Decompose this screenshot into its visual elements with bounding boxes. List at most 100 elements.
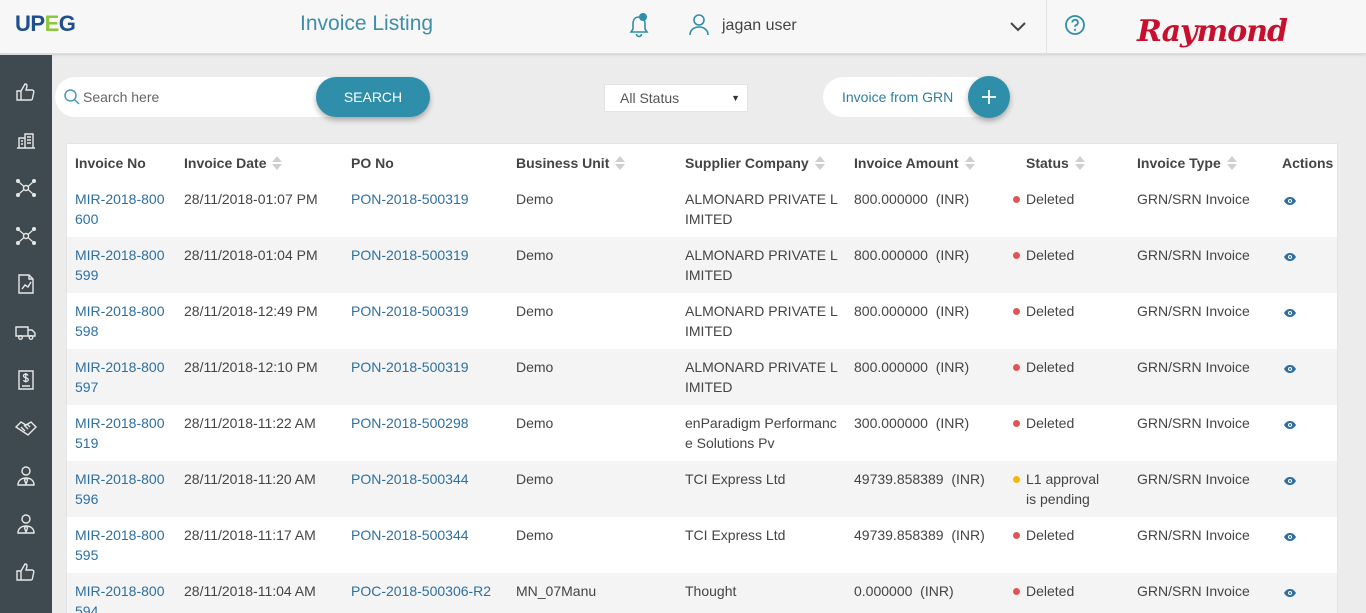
view-eye-icon[interactable] bbox=[1283, 473, 1297, 485]
sidebar-item-organization[interactable] bbox=[0, 116, 52, 164]
supplier-company: TCI Express Ltd bbox=[685, 527, 786, 543]
sort-icon[interactable] bbox=[964, 155, 975, 171]
sort-icon[interactable] bbox=[272, 155, 283, 171]
thumbs-up-alt-icon bbox=[16, 563, 35, 581]
supplier-company: ALMONARD PRIVATE LIMITED bbox=[685, 303, 838, 339]
view-eye-icon[interactable] bbox=[1283, 305, 1297, 317]
column-label: Invoice No bbox=[75, 155, 146, 171]
table-row: MIR-2018-800600 28/11/2018-01:07 PM PON-20… bbox=[67, 181, 1337, 237]
view-eye-icon[interactable] bbox=[1283, 529, 1297, 541]
view-eye-icon[interactable] bbox=[1283, 193, 1297, 205]
invoice-type: GRN/SRN Invoice bbox=[1137, 191, 1250, 207]
invoice-type: GRN/SRN Invoice bbox=[1137, 415, 1250, 431]
sidebar-item-suppliers[interactable] bbox=[0, 452, 52, 500]
sidebar-item-reports[interactable] bbox=[0, 260, 52, 308]
truck-icon bbox=[15, 326, 36, 340]
invoice-no-link[interactable]: MIR-2018-800598 bbox=[75, 301, 169, 341]
po-no-link[interactable]: PON-2018-500344 bbox=[351, 525, 469, 545]
business-unit: MN_07Manu bbox=[516, 583, 597, 599]
column-header-status[interactable]: Status bbox=[1026, 155, 1085, 171]
table-row: MIR-2018-800599 28/11/2018-01:04 PM PON-20… bbox=[67, 237, 1337, 293]
invoice-no-link[interactable]: MIR-2018-800599 bbox=[75, 245, 169, 285]
sidebar-item-network[interactable] bbox=[0, 164, 52, 212]
help-icon[interactable] bbox=[1064, 14, 1086, 36]
invoice-type: GRN/SRN Invoice bbox=[1137, 247, 1250, 263]
po-no-link[interactable]: PON-2018-500319 bbox=[351, 357, 469, 377]
column-header-invoice-type[interactable]: Invoice Type bbox=[1137, 155, 1237, 171]
status-text: Deleted bbox=[1026, 583, 1075, 599]
top-header: UPEG Invoice Listing jagan user Raymond bbox=[0, 0, 1366, 54]
column-label: Supplier Company bbox=[685, 155, 809, 171]
invoice-no-link[interactable]: MIR-2018-800595 bbox=[75, 525, 169, 565]
column-label: Status bbox=[1026, 155, 1069, 171]
add-invoice-button[interactable] bbox=[968, 76, 1010, 118]
status-filter-select[interactable]: All Status ▼ bbox=[604, 84, 748, 112]
invoice-date: 28/11/2018-12:49 PM bbox=[184, 303, 318, 319]
invoice-no-link[interactable]: MIR-2018-800596 bbox=[75, 469, 169, 509]
po-no-link[interactable]: PON-2018-500319 bbox=[351, 301, 469, 321]
supplier-company: enParadigm Performance Solutions Pv bbox=[685, 415, 837, 451]
view-eye-icon[interactable] bbox=[1283, 417, 1297, 429]
invoice-from-grn-label[interactable]: Invoice from GRN bbox=[842, 89, 953, 105]
invoice-amount: 800.000000 (INR) bbox=[854, 191, 970, 207]
sidebar-item-feedback[interactable] bbox=[0, 548, 52, 596]
invoice-type: GRN/SRN Invoice bbox=[1137, 471, 1250, 487]
business-unit: Demo bbox=[516, 527, 554, 543]
column-header-po-no[interactable]: PO No bbox=[351, 155, 394, 171]
status-text: Deleted bbox=[1026, 359, 1075, 375]
invoice-no-link[interactable]: MIR-2018-800597 bbox=[75, 357, 169, 397]
building-icon bbox=[17, 133, 35, 149]
table-row: MIR-2018-800595 28/11/2018-11:17 AM PON-20… bbox=[67, 517, 1337, 573]
sidebar-item-approvals[interactable] bbox=[0, 68, 52, 116]
po-no-link[interactable]: PON-2018-500344 bbox=[351, 469, 469, 489]
column-header-invoice-date[interactable]: Invoice Date bbox=[184, 155, 283, 171]
status-text: Deleted bbox=[1026, 303, 1075, 319]
sort-icon[interactable] bbox=[1226, 155, 1237, 171]
invoice-date: 28/11/2018-11:22 AM bbox=[184, 415, 316, 431]
sidebar-item-delivery[interactable] bbox=[0, 308, 52, 356]
search-button[interactable]: SEARCH bbox=[316, 77, 430, 117]
po-no-link[interactable]: PON-2018-500319 bbox=[351, 189, 469, 209]
column-header-business-unit[interactable]: Business Unit bbox=[516, 155, 626, 171]
view-eye-icon[interactable] bbox=[1283, 249, 1297, 261]
view-eye-icon[interactable] bbox=[1283, 585, 1297, 597]
sidebar-item-contracts[interactable] bbox=[0, 404, 52, 452]
invoice-amount: 800.000000 (INR) bbox=[854, 359, 970, 375]
search-input[interactable] bbox=[83, 86, 308, 108]
invoice-no-link[interactable]: MIR-2018-800594 bbox=[75, 581, 169, 613]
po-no-link[interactable]: POC-2018-500306-R2 bbox=[351, 581, 491, 601]
po-no-link[interactable]: PON-2018-500298 bbox=[351, 413, 469, 433]
invoice-type: GRN/SRN Invoice bbox=[1137, 527, 1250, 543]
sidebar-item-users[interactable] bbox=[0, 500, 52, 548]
view-eye-icon[interactable] bbox=[1283, 361, 1297, 373]
sort-icon[interactable] bbox=[615, 155, 626, 171]
user-name[interactable]: jagan user bbox=[722, 17, 797, 35]
notification-bell-icon[interactable] bbox=[626, 12, 652, 40]
business-unit: Demo bbox=[516, 303, 554, 319]
user-icon[interactable] bbox=[688, 13, 710, 37]
sidebar-item-network-2[interactable] bbox=[0, 212, 52, 260]
status-dot bbox=[1013, 588, 1020, 595]
status-cell: Deleted bbox=[1013, 413, 1113, 433]
sidebar-item-invoices[interactable] bbox=[0, 356, 52, 404]
sort-icon[interactable] bbox=[1074, 155, 1085, 171]
sidebar bbox=[0, 55, 52, 613]
po-no-link[interactable]: PON-2018-500319 bbox=[351, 245, 469, 265]
column-header-invoice-amount[interactable]: Invoice Amount bbox=[854, 155, 975, 171]
chevron-down-icon[interactable] bbox=[1008, 19, 1028, 35]
status-text: Deleted bbox=[1026, 247, 1075, 263]
invoice-no-link[interactable]: MIR-2018-800600 bbox=[75, 189, 169, 229]
plus-icon bbox=[982, 90, 996, 104]
status-dot bbox=[1013, 252, 1020, 259]
sort-icon[interactable] bbox=[814, 155, 825, 171]
invoice-amount: 800.000000 (INR) bbox=[854, 247, 970, 263]
app-logo[interactable]: UPEG bbox=[15, 11, 76, 37]
status-text: Deleted bbox=[1026, 191, 1075, 207]
column-header-supplier-company[interactable]: Supplier Company bbox=[685, 155, 825, 171]
invoice-table: Invoice No Invoice Date PO No Business U… bbox=[66, 143, 1338, 613]
invoice-no-link[interactable]: MIR-2018-800519 bbox=[75, 413, 169, 453]
column-header-invoice-no[interactable]: Invoice No bbox=[75, 155, 146, 171]
status-cell: Deleted bbox=[1013, 189, 1113, 209]
invoice-dollar-icon bbox=[18, 370, 34, 390]
status-dot bbox=[1013, 308, 1020, 315]
